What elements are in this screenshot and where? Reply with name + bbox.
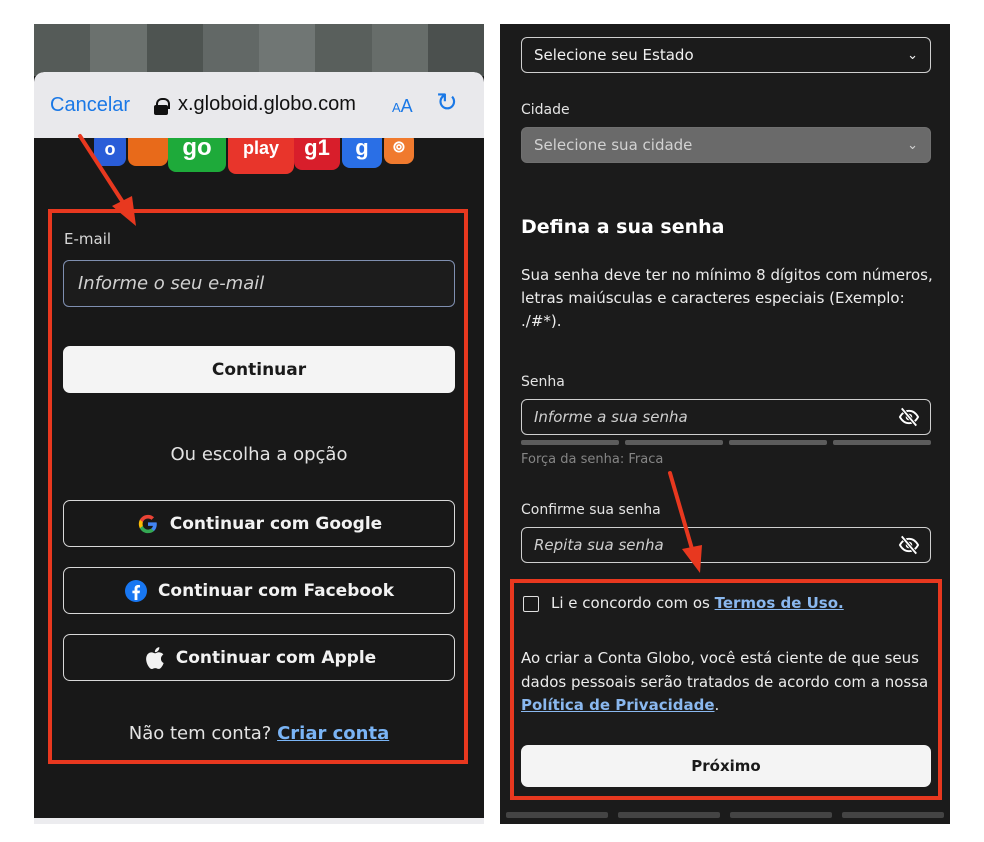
browser-sheet: Cancelar x.globoid.globo.com AA ↻ o go p… <box>34 72 484 824</box>
browser-bottom-toolbar: ‹ › <box>34 818 484 824</box>
strength-segment <box>833 440 931 445</box>
privacy-end: . <box>714 696 720 714</box>
password-label: Senha <box>521 374 565 390</box>
google-button-label: Continuar com Google <box>169 513 383 534</box>
password-strength-meter <box>521 440 931 445</box>
facebook-icon <box>124 579 148 603</box>
city-label: Cidade <box>521 102 570 118</box>
no-account-line: Não tem conta? Criar conta <box>34 723 484 744</box>
next-button[interactable]: Próximo <box>521 745 931 787</box>
city-select-value: Selecione sua cidade <box>534 136 693 154</box>
terms-checkbox[interactable] <box>523 596 539 612</box>
password-field <box>521 399 931 435</box>
privacy-text: Ao criar a Conta Globo, você está ciente… <box>521 649 929 691</box>
strength-segment <box>729 440 827 445</box>
lock-icon <box>154 98 170 115</box>
chevron-down-icon: ⌄ <box>907 47 918 63</box>
continue-google-button[interactable]: Continuar com Google <box>63 500 455 547</box>
left-phone-screenshot: Cancelar x.globoid.globo.com AA ↻ o go p… <box>34 24 484 824</box>
eye-slash-icon[interactable] <box>898 407 920 427</box>
reload-icon[interactable]: ↻ <box>436 90 458 116</box>
cancel-button[interactable]: Cancelar <box>50 94 130 117</box>
state-select-value: Selecione seu Estado <box>534 46 694 64</box>
privacy-notice: Ao criar a Conta Globo, você está ciente… <box>521 647 933 718</box>
apple-icon <box>142 646 166 670</box>
right-phone-screenshot: Selecione seu Estado ⌄ Cidade Selecione … <box>500 24 950 824</box>
password-strength-text: Força da senha: Fraca <box>521 452 664 467</box>
facebook-button-label: Continuar com Facebook <box>157 580 395 601</box>
password-heading: Defina a sua senha <box>521 216 725 238</box>
confirm-password-field <box>521 527 931 563</box>
blurred-background <box>34 24 484 76</box>
bottom-page-bars <box>500 812 950 818</box>
strength-segment <box>521 440 619 445</box>
privacy-policy-link[interactable]: Política de Privacidade <box>521 696 715 714</box>
continue-button[interactable]: Continuar <box>63 346 455 393</box>
strength-segment <box>625 440 723 445</box>
email-input[interactable] <box>63 260 455 307</box>
text-size-button[interactable]: AA <box>392 96 413 117</box>
chevron-down-icon: ⌄ <box>907 137 918 153</box>
continue-facebook-button[interactable]: Continuar com Facebook <box>63 567 455 614</box>
eye-slash-icon[interactable] <box>898 535 920 555</box>
email-label: E-mail <box>64 230 112 248</box>
terms-text: Li e concordo com os <box>551 594 710 612</box>
url-text[interactable]: x.globoid.globo.com <box>178 93 356 116</box>
terms-of-use-link[interactable]: Termos de Uso. <box>715 594 844 612</box>
google-icon <box>136 512 160 536</box>
continue-apple-button[interactable]: Continuar com Apple <box>63 634 455 681</box>
confirm-password-label: Confirme sua senha <box>521 502 661 518</box>
or-choose-option-text: Ou escolha a opção <box>170 444 348 465</box>
browser-url-bar: Cancelar x.globoid.globo.com AA ↻ <box>34 72 484 138</box>
create-account-link[interactable]: Criar conta <box>277 723 389 744</box>
confirm-password-input[interactable] <box>522 528 882 561</box>
city-select[interactable]: Selecione sua cidade ⌄ <box>521 127 931 163</box>
password-input[interactable] <box>522 400 882 433</box>
state-select[interactable]: Selecione seu Estado ⌄ <box>521 37 931 73</box>
apple-button-label: Continuar com Apple <box>175 647 377 668</box>
password-rules-text: Sua senha deve ter no mínimo 8 dígitos c… <box>521 266 933 330</box>
terms-agreement-line: Li e concordo com os Termos de Uso. <box>551 594 844 612</box>
no-account-text: Não tem conta? <box>128 723 272 744</box>
